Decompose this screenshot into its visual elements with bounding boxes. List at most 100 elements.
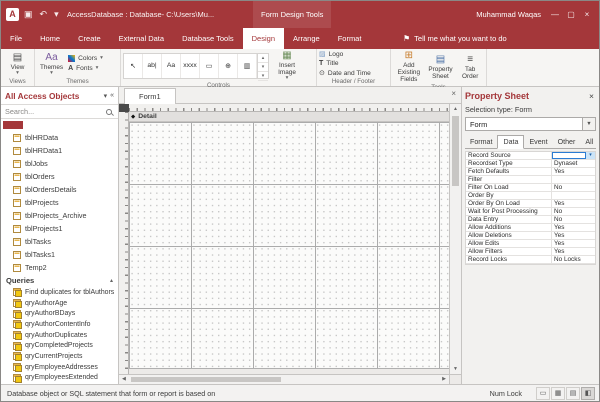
qat-customize-icon[interactable]: ▾ bbox=[54, 8, 59, 21]
partially-visible-selected-item[interactable] bbox=[3, 121, 23, 129]
colors-button[interactable]: Colors ▾ bbox=[68, 55, 103, 62]
nav-table-item[interactable]: tblProjects1 bbox=[1, 222, 118, 235]
nav-table-item[interactable]: tblTasks bbox=[1, 235, 118, 248]
nav-table-item[interactable]: Temp2 bbox=[1, 261, 118, 274]
document-tab-form1[interactable]: Form1 bbox=[124, 88, 176, 104]
property-sheet-tab[interactable]: All bbox=[580, 135, 598, 148]
vertical-ruler[interactable] bbox=[119, 112, 129, 374]
horizontal-scroll-thumb[interactable] bbox=[131, 377, 281, 382]
nav-table-item[interactable]: tblHRData bbox=[1, 131, 118, 144]
signed-in-user[interactable]: Muhammad Waqas bbox=[476, 1, 541, 28]
tell-me-box[interactable]: ⚑Tell me what you want to do bbox=[403, 28, 507, 49]
combo-dropdown-icon[interactable]: ▼ bbox=[582, 118, 595, 130]
datasheet-view-icon[interactable]: ▦ bbox=[551, 387, 565, 400]
property-value[interactable]: Yes bbox=[552, 248, 595, 255]
design-view-icon[interactable]: ◧ bbox=[581, 387, 595, 400]
property-sheet-tab[interactable]: Format bbox=[465, 135, 497, 148]
nav-query-item[interactable]: qryEmployeeAddresses bbox=[1, 362, 118, 373]
design-grid[interactable] bbox=[129, 122, 449, 369]
themes-button[interactable]: Aa Themes ▾ bbox=[37, 52, 66, 76]
property-value[interactable]: Yes bbox=[552, 168, 595, 175]
property-value[interactable]: No bbox=[552, 184, 595, 191]
property-value[interactable]: Yes bbox=[552, 200, 595, 207]
property-sheet-tab[interactable]: Event bbox=[524, 135, 552, 148]
view-button[interactable]: ▤ View ▾ bbox=[8, 52, 28, 76]
nav-table-item[interactable]: tblHRData1 bbox=[1, 144, 118, 157]
hyperlink-icon[interactable]: ⊕ bbox=[219, 54, 238, 78]
nav-table-item[interactable]: tblOrdersDetails bbox=[1, 183, 118, 196]
vertical-scrollbar[interactable]: ▲ ▼ bbox=[449, 104, 461, 374]
save-icon[interactable]: ▣ bbox=[24, 8, 33, 21]
gallery-scroll-up-icon[interactable]: ▴ bbox=[258, 54, 268, 63]
selection-combo[interactable]: Form ▼ bbox=[465, 117, 596, 131]
property-value[interactable] bbox=[552, 176, 595, 183]
property-value[interactable] bbox=[552, 192, 595, 199]
nav-query-item[interactable]: qryCurrentProjects bbox=[1, 351, 118, 362]
form-view-icon[interactable]: ▭ bbox=[536, 387, 550, 400]
property-value[interactable]: No bbox=[552, 208, 595, 215]
nav-queries-section-header[interactable]: Queries ▴ bbox=[1, 274, 118, 287]
text-box-icon[interactable]: ab| bbox=[143, 54, 162, 78]
nav-table-item[interactable]: tblJobs bbox=[1, 157, 118, 170]
property-value[interactable] bbox=[552, 152, 595, 159]
date-and-time-button[interactable]: ⊙ Date and Time bbox=[319, 69, 371, 77]
document-close-icon[interactable]: × bbox=[451, 89, 456, 98]
nav-query-item[interactable]: qryAuthorAge bbox=[1, 298, 118, 309]
tab-order-button[interactable]: ≡ Tab Order bbox=[456, 54, 484, 80]
nav-table-item[interactable]: tblProjects bbox=[1, 196, 118, 209]
minimize-icon[interactable]: — bbox=[547, 1, 563, 28]
label-icon[interactable]: Aa bbox=[162, 54, 181, 78]
undo-icon[interactable]: ↶ bbox=[40, 8, 48, 21]
nav-query-item[interactable]: Find duplicates for tblAuthors bbox=[1, 287, 118, 298]
property-sheet-button[interactable]: ▤ Property Sheet bbox=[425, 54, 457, 80]
detail-section-bar[interactable]: ◆ Detail bbox=[129, 112, 449, 122]
property-value[interactable]: Yes bbox=[552, 232, 595, 239]
nav-table-item[interactable]: tblProjects_Archive bbox=[1, 209, 118, 222]
ribbon-tab[interactable]: File bbox=[1, 28, 31, 49]
property-value[interactable]: No bbox=[552, 216, 595, 223]
nav-query-item[interactable]: qryAuthorContentInfo bbox=[1, 319, 118, 330]
ribbon-tab[interactable]: External Data bbox=[110, 28, 173, 49]
property-sheet-tab[interactable]: Other bbox=[553, 135, 581, 148]
insert-image-button[interactable]: ▦ Insert Image ▾ bbox=[269, 50, 305, 81]
add-existing-fields-button[interactable]: ⊞ Add Existing Fields bbox=[393, 50, 425, 83]
close-icon[interactable]: × bbox=[579, 1, 595, 28]
ribbon-tab[interactable]: Design bbox=[243, 28, 284, 49]
scroll-right-icon[interactable]: ▶ bbox=[442, 375, 446, 384]
fonts-button[interactable]: A Fonts ▾ bbox=[68, 65, 103, 72]
maximize-icon[interactable]: ▢ bbox=[563, 1, 579, 28]
tab-control-icon[interactable]: ▭ bbox=[200, 54, 219, 78]
scroll-left-icon[interactable]: ◀ bbox=[122, 375, 126, 384]
select-pointer-icon[interactable]: ↖ bbox=[124, 54, 143, 78]
scroll-up-icon[interactable]: ▲ bbox=[450, 106, 461, 112]
nav-search-box[interactable]: Search... bbox=[1, 104, 118, 119]
horizontal-scrollbar[interactable]: ◀ ▶ bbox=[119, 374, 449, 384]
nav-query-item[interactable]: qryAuthorDuplicates bbox=[1, 330, 118, 341]
ribbon-tab[interactable]: Database Tools bbox=[173, 28, 243, 49]
nav-query-item[interactable]: qryEmployeesExtended bbox=[1, 373, 118, 384]
gallery-more-icon[interactable]: ▾ bbox=[258, 72, 268, 81]
nav-table-item[interactable]: tblTasks1 bbox=[1, 248, 118, 261]
title-button[interactable]: T Title bbox=[319, 60, 371, 67]
property-value[interactable]: Dynaset bbox=[552, 160, 595, 167]
nav-query-item[interactable]: qryCompletedProjects bbox=[1, 340, 118, 351]
layout-view-icon[interactable]: ▤ bbox=[566, 387, 580, 400]
ribbon-tab[interactable]: Home bbox=[31, 28, 69, 49]
ribbon-tab[interactable]: Arrange bbox=[284, 28, 329, 49]
ribbon-tab[interactable]: Format bbox=[329, 28, 371, 49]
property-value[interactable]: Yes bbox=[552, 240, 595, 247]
property-value[interactable]: Yes bbox=[552, 224, 595, 231]
nav-table-item[interactable]: tblOrders bbox=[1, 170, 118, 183]
nav-query-item[interactable]: qryAuthorBDays bbox=[1, 308, 118, 319]
property-sheet-close-icon[interactable]: × bbox=[589, 91, 596, 101]
property-sheet-tab[interactable]: Data bbox=[497, 135, 524, 149]
nav-menu-chevron-icon[interactable]: ▾ bbox=[104, 92, 108, 100]
vertical-scroll-thumb[interactable] bbox=[452, 116, 459, 186]
scroll-down-icon[interactable]: ▼ bbox=[450, 366, 461, 372]
form-selector-box[interactable] bbox=[119, 104, 129, 112]
gallery-scroll-down-icon[interactable]: ▾ bbox=[258, 63, 268, 72]
horizontal-ruler[interactable] bbox=[129, 104, 449, 112]
property-value[interactable]: No Locks bbox=[552, 256, 595, 263]
logo-button[interactable]: ▨ Logo bbox=[319, 50, 371, 58]
button-icon[interactable]: xxxx bbox=[181, 54, 200, 78]
